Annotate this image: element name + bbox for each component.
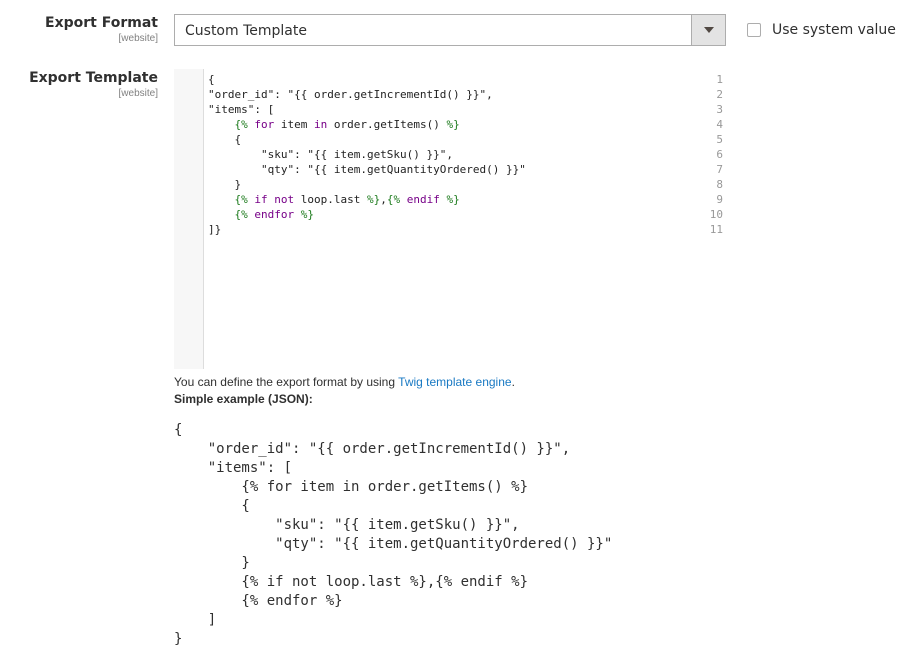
export-format-selected-value: Custom Template <box>185 23 307 39</box>
template-hint: You can define the export format by usin… <box>174 375 515 389</box>
code-line[interactable]: } <box>208 177 241 192</box>
code-line[interactable]: "items": [ <box>208 102 274 117</box>
line-number: 8 <box>716 178 723 191</box>
export-format-title: Export Format <box>45 15 158 31</box>
line-number: 1 <box>716 73 723 86</box>
example-line: "order_id": "{{ order.getIncrementId() }… <box>174 441 571 457</box>
template-code-editor[interactable]: 1 2 3 4 5 6 7 8 9 10 11 {"order_id": "{{ order.get… <box>174 69 726 369</box>
hint-suffix: . <box>511 375 515 389</box>
dropdown-toggle[interactable] <box>691 15 725 45</box>
twig-docs-link[interactable]: Twig template engine <box>398 375 511 389</box>
line-number: 11 <box>709 223 723 236</box>
line-number: 4 <box>716 118 723 131</box>
line-number-gutter <box>174 69 204 369</box>
code-line[interactable]: {% endfor %} <box>208 207 315 222</box>
export-format-label: Export Format [website] <box>45 15 158 45</box>
example-line: "qty": "{{ item.getQuantityOrdered() }}" <box>174 536 613 552</box>
example-title: Simple example (JSON): <box>174 392 313 406</box>
export-template-label: Export Template [website] <box>29 70 158 100</box>
code-line[interactable]: {% if not loop.last %},{% endif %} <box>208 192 460 207</box>
line-number: 3 <box>716 103 723 116</box>
export-format-select[interactable]: Custom Template <box>174 14 726 46</box>
code-line[interactable]: "qty": "{{ item.getQuantityOrdered() }}" <box>208 162 526 177</box>
line-number: 7 <box>716 163 723 176</box>
example-line: { <box>174 422 183 438</box>
line-number: 9 <box>716 193 723 206</box>
example-line: } <box>174 555 250 571</box>
line-number: 10 <box>709 208 723 221</box>
code-line[interactable]: { <box>208 72 215 87</box>
example-line: } <box>174 631 183 647</box>
line-number: 5 <box>716 133 723 146</box>
code-line[interactable]: "order_id": "{{ order.getIncrementId() }… <box>208 87 493 102</box>
line-number: 2 <box>716 88 723 101</box>
code-line[interactable]: ]} <box>208 222 221 237</box>
example-line: { <box>174 498 250 514</box>
code-line[interactable]: { <box>208 132 241 147</box>
code-line[interactable]: {% for item in order.getItems() %} <box>208 117 460 132</box>
example-line: "sku": "{{ item.getSku() }}", <box>174 517 520 533</box>
export-template-scope: [website] <box>118 88 158 99</box>
export-template-title: Export Template <box>29 70 158 86</box>
code-line[interactable]: "sku": "{{ item.getSku() }}", <box>208 147 453 162</box>
hint-text: You can define the export format by usin… <box>174 375 399 389</box>
use-system-value-checkbox[interactable] <box>747 23 761 37</box>
export-format-scope: [website] <box>118 33 158 44</box>
chevron-down-icon <box>704 27 714 33</box>
example-line: {% for item in order.getItems() %} <box>174 479 529 495</box>
example-line: {% endfor %} <box>174 593 343 609</box>
use-system-value-label[interactable]: Use system value <box>772 22 896 38</box>
example-line: ] <box>174 612 217 628</box>
line-number: 6 <box>716 148 723 161</box>
example-line: {% if not loop.last %},{% endif %} <box>174 574 529 590</box>
example-line: "items": [ <box>174 460 293 476</box>
